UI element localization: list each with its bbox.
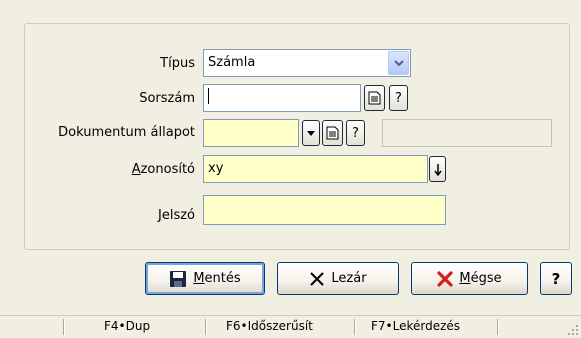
dokumentum-allapot-document-button[interactable] [322,120,343,146]
resize-grip-icon[interactable] [567,324,579,336]
text-cursor [208,88,209,104]
document-icon [368,91,381,105]
dropdown-arrow-icon [307,130,315,136]
sorszam-help-button[interactable]: ? [389,85,408,111]
help-button[interactable]: ? [540,262,572,295]
tipus-value: Számla [208,55,256,70]
status-f4-dup[interactable]: F4•Dup [104,319,150,333]
azonosito-label: Azonosító [131,162,195,177]
status-separator [354,319,356,335]
dokumentum-allapot-dropdown-button[interactable] [302,120,320,146]
sorszam-label: Sorszám [139,91,195,106]
status-f7-lekerdezes[interactable]: F7•Lekérdezés [371,319,460,333]
jelszo-label: Jelszó [157,208,195,223]
dokumentum-allapot-label: Dokumentum állapot [58,125,195,140]
question-icon: ? [395,90,402,106]
dokumentum-allapot-help-button[interactable]: ? [346,120,365,146]
cancel-button[interactable]: Mégse [411,262,528,295]
close-x-icon [310,271,325,286]
arrow-down-icon [433,163,442,176]
tipus-label: Típus [160,56,195,71]
dokumentum-allapot-input[interactable] [203,119,299,147]
dokumentum-allapot-description [382,119,552,147]
status-separator [497,319,499,335]
document-icon [326,126,339,140]
question-icon: ? [352,125,359,141]
status-bar: F4•Dup F6•Időszerűsít F7•Lekérdezés [0,315,581,338]
save-button[interactable]: Mentés [145,262,265,295]
chevron-down-icon[interactable] [388,51,409,75]
cancel-x-icon [437,270,453,287]
sorszam-document-button[interactable] [364,85,385,111]
status-f6-idoszerusit[interactable]: F6•Időszerűsít [226,319,313,333]
jelszo-input[interactable] [203,195,446,225]
azonosito-down-button[interactable] [429,156,446,182]
floppy-disk-icon [170,270,187,287]
tipus-select[interactable]: Számla [203,49,411,77]
azonosito-input[interactable]: xy [203,155,428,183]
status-separator [63,319,65,335]
status-separator [205,319,207,335]
sorszam-input[interactable] [203,84,361,112]
close-button[interactable]: Lezár [277,262,399,295]
question-icon: ? [551,269,561,288]
